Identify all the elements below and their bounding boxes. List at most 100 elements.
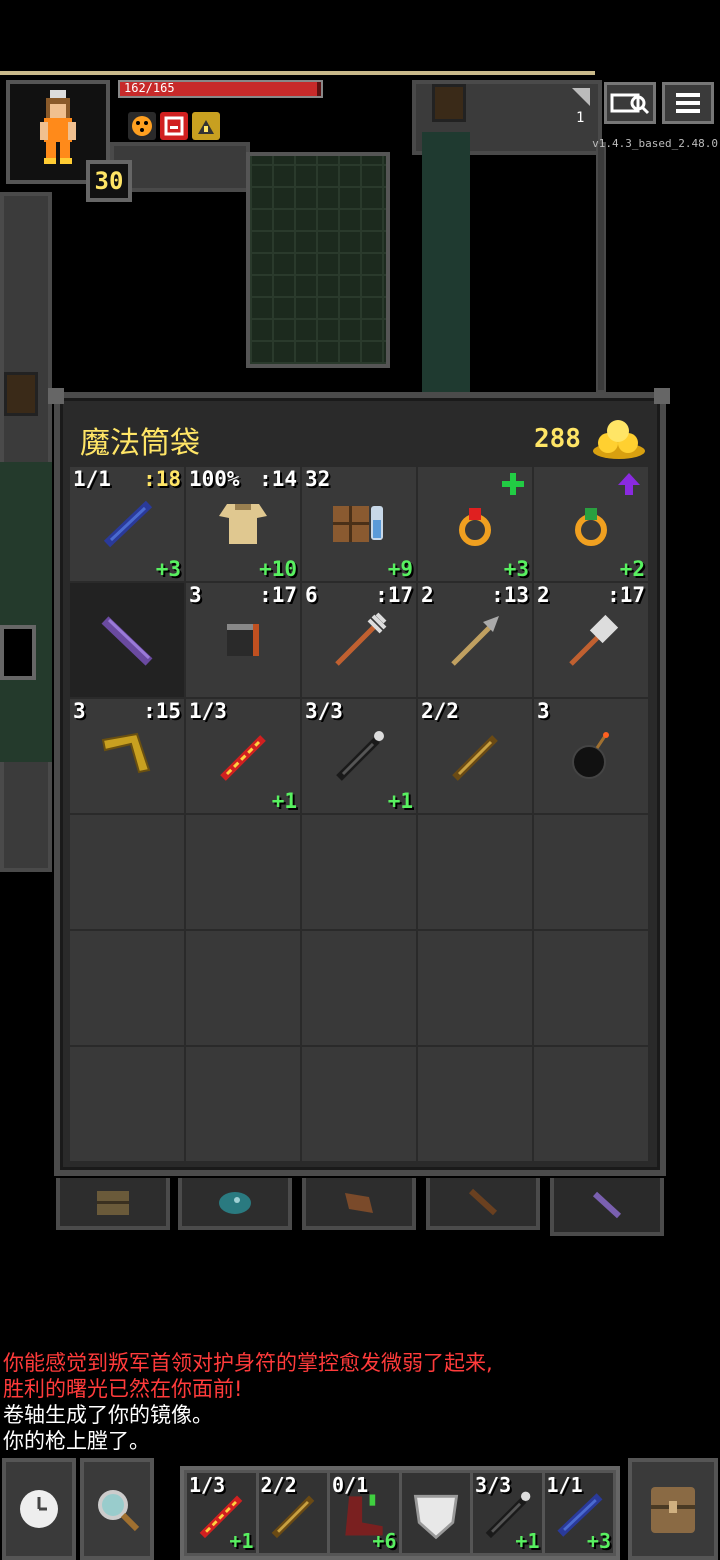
bag-slot[interactable]: +2 xyxy=(534,467,648,581)
bag-slot[interactable]: 1/3 +1 xyxy=(186,699,300,813)
backpack-tab-icon xyxy=(97,1191,129,1215)
dungeon-door[interactable] xyxy=(432,84,466,122)
item-quantity: 3 xyxy=(189,583,202,607)
search-button[interactable] xyxy=(80,1458,154,1560)
spellbook-icon xyxy=(333,506,383,542)
bag-slot[interactable]: 2:17 xyxy=(534,583,648,697)
bag-slot[interactable] xyxy=(70,583,184,697)
game-log: 你能感觉到叛军首领对护身符的掌控愈发微弱了起来, 胜利的曙光已然在你面前! 卷轴生成… xyxy=(3,1350,703,1454)
bag-slot[interactable]: +3 xyxy=(418,467,532,581)
topaz-ring-icon xyxy=(575,508,607,546)
dungeon-pit xyxy=(0,625,36,680)
bag-slot[interactable]: 3:17 xyxy=(186,583,300,697)
health-bar: 162/165 xyxy=(118,80,323,98)
bag-slot[interactable]: 2/2 xyxy=(418,699,532,813)
bag-slot[interactable]: 2 :13 xyxy=(418,583,532,697)
item-strength-req: :14 xyxy=(259,467,297,491)
item-quantity: 1/1 xyxy=(73,467,111,491)
cloth-armor-icon xyxy=(219,504,267,544)
bag-slot-empty[interactable] xyxy=(418,1047,532,1161)
bag-slot[interactable]: 1/1:18 +3 xyxy=(70,467,184,581)
bag-grid: 1/1:18 +3 100%:14 +10 32 +9 +3 +2 3:17 6:17 2:13 2:… xyxy=(70,467,650,1163)
rage-status-icon[interactable] xyxy=(160,112,188,140)
bag-slot-empty[interactable] xyxy=(186,1047,300,1161)
bag-slot-empty[interactable] xyxy=(418,815,532,929)
bag-slot[interactable]: 3 xyxy=(534,699,648,813)
log-line: 你能感觉到叛军首领对护身符的掌控愈发微弱了起来, xyxy=(3,1351,493,1375)
menu-button[interactable] xyxy=(662,82,714,124)
bag-slot-empty[interactable] xyxy=(534,815,648,929)
quickslot-bar: 1/3 +1 2/2 0/1 +6 3/3 +1 1/1 +3 xyxy=(180,1466,620,1560)
wait-button[interactable] xyxy=(2,1458,76,1560)
bag-slot-empty[interactable] xyxy=(186,815,300,929)
bag-corner xyxy=(48,388,64,404)
bag-slot[interactable]: 100% :14 +10 xyxy=(186,467,300,581)
quickslot-upgrade-level: +6 xyxy=(372,1529,397,1553)
bag-slot[interactable]: 3:15 xyxy=(70,699,184,813)
depth-indicator[interactable]: 1 xyxy=(568,84,594,128)
quickslot[interactable]: 1/1 +3 xyxy=(544,1473,613,1553)
quickslot[interactable]: 3/3 +1 xyxy=(473,1473,542,1553)
quickslot[interactable]: 1/3 +1 xyxy=(187,1473,256,1553)
haste-status-icon[interactable] xyxy=(192,112,220,140)
hero-level-badge: 30 xyxy=(86,160,132,202)
wooden-wand-icon xyxy=(452,735,498,781)
trident-icon xyxy=(335,612,387,666)
bag-slot[interactable]: 6:17 xyxy=(302,583,416,697)
bag-title: 魔法筒袋 xyxy=(80,426,200,461)
dungeon-water xyxy=(422,132,470,392)
bag-slot-empty[interactable] xyxy=(186,931,300,1045)
item-upgrade-level: +1 xyxy=(271,789,297,813)
status-bar-border xyxy=(0,71,595,75)
item-strength-req: :13 xyxy=(491,583,529,607)
tab-wand-holster[interactable] xyxy=(550,1178,664,1236)
bag-slot-empty[interactable] xyxy=(534,1047,648,1161)
bag-slot-empty[interactable] xyxy=(534,931,648,1045)
item-quantity: 3 xyxy=(73,699,86,723)
item-quantity: 2 xyxy=(421,583,434,607)
clock-icon xyxy=(20,1490,58,1528)
black-wand-icon xyxy=(336,731,384,781)
green-cross-icon xyxy=(502,473,524,495)
item-quantity: 32 xyxy=(305,467,331,491)
depth-number: 1 xyxy=(576,110,585,126)
dungeon-door[interactable] xyxy=(4,372,38,416)
item-quantity: 6 xyxy=(305,583,318,607)
item-quantity: 100% xyxy=(189,467,240,491)
quickslot[interactable] xyxy=(401,1473,470,1553)
bag-slot-empty[interactable] xyxy=(302,815,416,929)
bag-slot[interactable]: 32 +9 xyxy=(302,467,416,581)
item-quantity: 3 xyxy=(537,699,550,723)
bag-slot-empty[interactable] xyxy=(418,931,532,1045)
bag-slot-empty[interactable] xyxy=(70,931,184,1045)
stone-cube-icon xyxy=(227,624,259,656)
magnifier-icon xyxy=(98,1490,140,1532)
log-line: 你的枪上膛了。 xyxy=(3,1429,150,1453)
hunger-status-icon[interactable] xyxy=(128,112,156,140)
log-line: 胜利的曙光已然在你面前! xyxy=(3,1377,243,1401)
inventory-button[interactable] xyxy=(628,1458,718,1560)
search-journal-icon xyxy=(610,93,650,115)
tab-scroll-holder[interactable] xyxy=(302,1178,416,1230)
bag-slot[interactable]: 3/3 +1 xyxy=(302,699,416,813)
tab-backpack[interactable] xyxy=(56,1178,170,1230)
item-upgrade-level: +10 xyxy=(259,557,297,581)
bag-slot-empty[interactable] xyxy=(302,1047,416,1161)
quickslot[interactable]: 0/1 +6 xyxy=(330,1473,399,1553)
bag-slot-empty[interactable] xyxy=(302,931,416,1045)
ruby-ring-icon xyxy=(459,508,491,546)
wand-holster-tab-icon xyxy=(592,1191,622,1219)
boomerang-icon xyxy=(101,732,151,774)
item-strength-req: :17 xyxy=(607,583,645,607)
journal-button[interactable] xyxy=(604,82,656,124)
dungeon-wall xyxy=(596,142,606,392)
dungeon-water xyxy=(0,462,52,762)
bag-slot-empty[interactable] xyxy=(70,1047,184,1161)
log-line: 卷轴生成了你的镜像。 xyxy=(3,1403,213,1427)
quickslot[interactable]: 2/2 xyxy=(258,1473,327,1553)
bag-slot-empty[interactable] xyxy=(70,815,184,929)
item-quantity: 3/3 xyxy=(305,699,343,723)
quickslot-quantity: 1/1 xyxy=(546,1473,583,1497)
tab-potion-bandolier[interactable] xyxy=(426,1178,540,1230)
tab-seed-pouch[interactable] xyxy=(178,1178,292,1230)
